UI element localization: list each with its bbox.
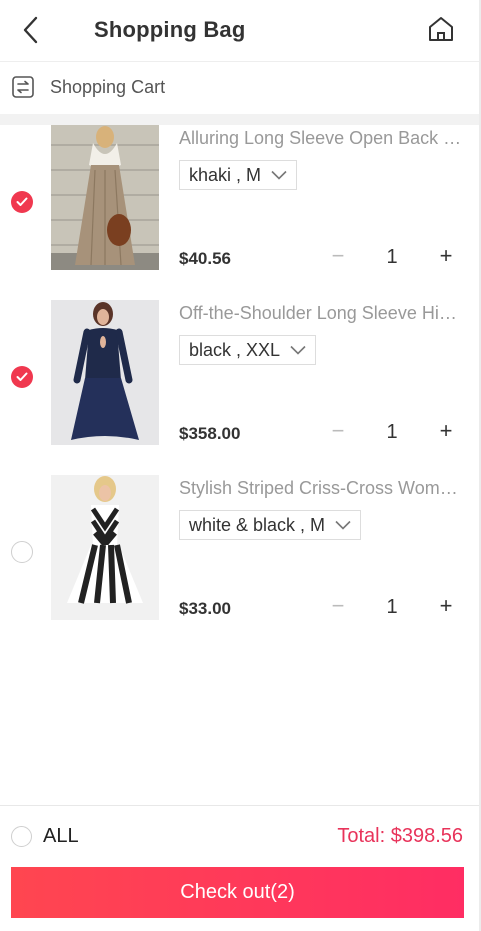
- item-price: $40.56: [179, 249, 231, 268]
- chevron-down-icon: [290, 345, 306, 355]
- chevron-left-icon: [23, 16, 38, 44]
- chevron-down-icon: [335, 520, 351, 530]
- variant-select[interactable]: khaki , M: [179, 160, 298, 190]
- variant-value: black , XXL: [189, 339, 281, 360]
- home-button[interactable]: [424, 12, 458, 46]
- cart-subbar: Shopping Cart: [0, 62, 481, 114]
- cart-item: Alluring Long Sleeve Open Back Maxi Dres…: [0, 125, 481, 285]
- qty-increase-button[interactable]: +: [434, 245, 458, 269]
- home-icon: [429, 17, 453, 41]
- qty-decrease-button[interactable]: −: [326, 420, 350, 444]
- section-divider: [0, 114, 481, 125]
- qty-value: 1: [386, 596, 398, 618]
- qty-value: 1: [386, 246, 398, 268]
- product-image[interactable]: [51, 125, 159, 270]
- item-price: $358.00: [179, 424, 241, 443]
- product-image[interactable]: [51, 300, 159, 445]
- qty-decrease-button[interactable]: −: [326, 595, 350, 619]
- variant-value: white & black , M: [189, 514, 326, 535]
- chevron-down-icon: [271, 170, 287, 180]
- product-name[interactable]: Stylish Striped Criss-Cross Women's Dres…: [179, 478, 465, 499]
- item-checkbox[interactable]: [11, 541, 33, 563]
- variant-select[interactable]: black , XXL: [179, 335, 317, 365]
- variant-value: khaki , M: [189, 164, 262, 185]
- check-icon: [16, 372, 28, 381]
- item-price: $33.00: [179, 599, 231, 618]
- qty-decrease-button[interactable]: −: [326, 245, 350, 269]
- select-all-label[interactable]: ALL: [43, 825, 79, 848]
- item-checkbox[interactable]: [11, 191, 33, 213]
- product-image[interactable]: [51, 475, 159, 620]
- cart-list-icon: [12, 76, 34, 98]
- check-icon: [16, 197, 28, 206]
- variant-select[interactable]: white & black , M: [179, 510, 362, 540]
- select-all-checkbox[interactable]: [11, 826, 32, 847]
- back-button[interactable]: [16, 14, 46, 46]
- footer-divider: [0, 805, 481, 806]
- product-name[interactable]: Off-the-Shoulder Long Sleeve High-Low Dr…: [179, 303, 465, 324]
- qty-increase-button[interactable]: +: [434, 595, 458, 619]
- product-name[interactable]: Alluring Long Sleeve Open Back Maxi Dres…: [179, 128, 465, 149]
- cart-item: Stylish Striped Criss-Cross Women's Dres…: [0, 475, 481, 635]
- cart-item: Off-the-Shoulder Long Sleeve High-Low Dr…: [0, 300, 481, 460]
- page-title: Shopping Bag: [94, 17, 246, 42]
- header-bar: Shopping Bag: [0, 0, 481, 62]
- qty-value: 1: [386, 421, 398, 443]
- cart-label: Shopping Cart: [50, 77, 166, 97]
- item-checkbox[interactable]: [11, 366, 33, 388]
- checkout-button[interactable]: Check out(2): [11, 867, 464, 918]
- cart-total: Total: $398.56: [337, 825, 463, 847]
- qty-increase-button[interactable]: +: [434, 420, 458, 444]
